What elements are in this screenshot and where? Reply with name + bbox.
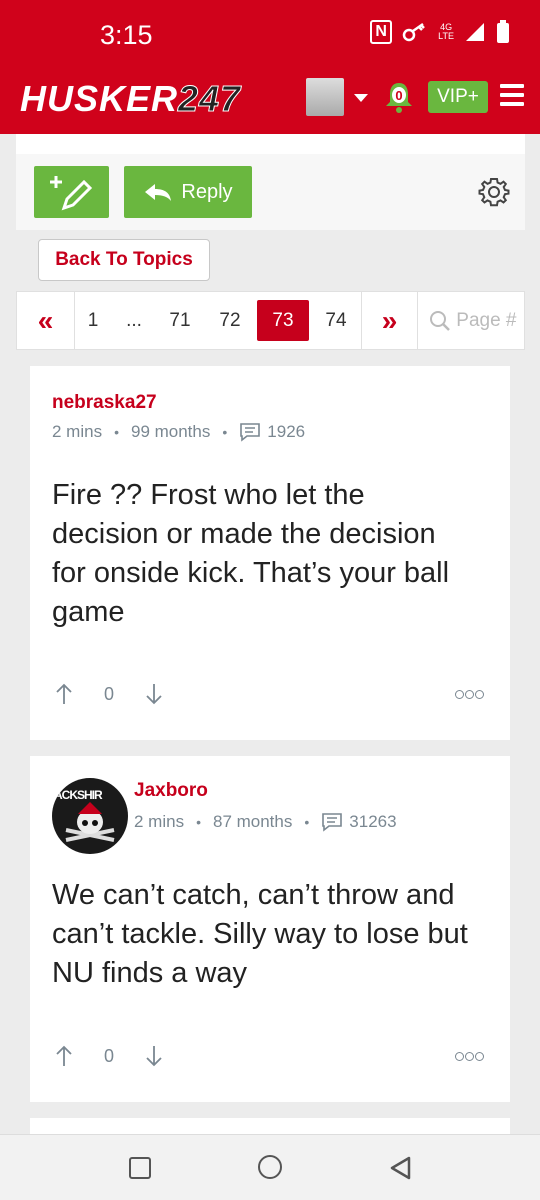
nfc-icon: N (370, 20, 393, 44)
reply-button[interactable]: Reply (124, 166, 252, 218)
site-header: HUSKER247 0 VIP+ (0, 70, 540, 134)
downvote-icon[interactable] (144, 682, 164, 706)
husker247-logo[interactable]: HUSKER247 (20, 78, 241, 120)
post-card: nebraska27 2 mins • 99 months • 1926 Fir… (30, 366, 510, 740)
post-meta: 2 mins • 99 months • 1926 (52, 422, 305, 442)
thread-toolbar: Reply (16, 154, 525, 230)
logo-number: 247 (178, 78, 242, 120)
current-page[interactable]: 73 (257, 300, 309, 341)
meta-separator: • (196, 814, 201, 830)
search-icon (430, 310, 450, 331)
post-card: ACKSHIR Jaxboro 2 mins • 87 months • 312… (30, 756, 510, 1102)
post-count-value: 31263 (349, 812, 397, 831)
chevron-down-icon[interactable] (354, 94, 368, 102)
status-icons: N 4G LTE (370, 20, 510, 44)
page-search[interactable]: Page # (429, 292, 517, 349)
page-ellipsis: ... (126, 310, 142, 331)
member-age: 99 months (130, 422, 211, 441)
post-meta: 2 mins • 87 months • 31263 (134, 812, 397, 832)
member-age: 87 months (212, 812, 293, 831)
meta-separator: • (114, 424, 119, 440)
vip-button[interactable]: VIP+ (428, 81, 488, 113)
back-to-topics-button[interactable]: Back To Topics (38, 239, 210, 281)
downvote-icon[interactable] (144, 1044, 164, 1068)
page-search-placeholder: Page # (456, 310, 517, 331)
vote-controls: 0 (54, 682, 164, 706)
network-icon: 4G LTE (438, 22, 454, 41)
pagination: « 1 ... 71 72 73 74 » Page # (16, 291, 525, 350)
post-author[interactable]: Jaxboro (134, 780, 208, 802)
author-avatar[interactable]: ACKSHIR (52, 778, 128, 854)
page-link[interactable]: 71 (163, 292, 197, 349)
skull-crossbones-icon (65, 802, 115, 842)
upvote-icon[interactable] (54, 682, 74, 706)
logo-text: HUSKER (20, 78, 179, 119)
post-count: 31263 (321, 812, 397, 832)
battery-icon (497, 20, 509, 43)
meta-separator: • (222, 424, 228, 440)
system-nav-bar (0, 1134, 540, 1200)
page-link[interactable]: 72 (213, 292, 247, 349)
vote-count: 0 (104, 683, 115, 704)
status-time: 3:15 (100, 20, 153, 50)
post-body: We can’t catch, can’t throw and can’t ta… (52, 879, 468, 989)
post-author[interactable]: nebraska27 (52, 392, 157, 414)
post-count: 1926 (239, 422, 305, 442)
new-post-button[interactable] (34, 166, 109, 218)
reply-label: Reply (181, 180, 233, 203)
back-icon[interactable] (388, 1155, 412, 1181)
home-icon[interactable] (258, 1155, 282, 1179)
meta-separator: • (304, 814, 310, 830)
post-count-value: 1926 (267, 422, 306, 441)
vote-count: 0 (104, 1045, 115, 1066)
recents-icon[interactable] (129, 1157, 151, 1179)
more-options-icon[interactable] (454, 686, 484, 702)
page-link[interactable]: 74 (319, 292, 353, 349)
message-icon (322, 813, 343, 832)
prev-page-button[interactable]: « (17, 292, 75, 349)
gear-icon[interactable] (478, 176, 510, 208)
key-icon (402, 22, 426, 42)
card-top (16, 134, 525, 154)
compose-icon (50, 176, 93, 211)
menu-icon[interactable] (500, 84, 524, 108)
post-time: 2 mins (134, 812, 185, 831)
post-time: 2 mins (52, 422, 103, 441)
reply-icon (145, 184, 172, 201)
more-options-icon[interactable] (454, 1048, 484, 1064)
page-link[interactable]: 1 (79, 292, 107, 349)
signal-icon (466, 23, 484, 41)
message-icon (240, 423, 261, 442)
status-bar: 3:15 N 4G LTE (0, 0, 540, 70)
notification-count: 0 (395, 88, 403, 103)
upvote-icon[interactable] (54, 1044, 74, 1068)
vote-controls: 0 (54, 1044, 164, 1068)
user-avatar[interactable] (306, 78, 344, 116)
post-body: Fire ?? Frost who let the decision or ma… (52, 479, 450, 628)
next-page-button[interactable]: » (361, 292, 418, 349)
